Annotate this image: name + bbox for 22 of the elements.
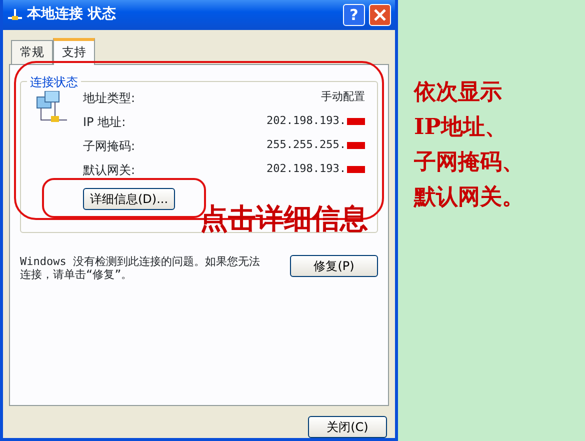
details-button[interactable]: 详细信息(D)...	[83, 188, 176, 210]
field-label: 子网掩码:	[83, 138, 136, 155]
field-label: 地址类型:	[83, 90, 136, 107]
repair-button[interactable]: 修复(P)	[290, 254, 378, 277]
annotation-text: 子网掩码、	[414, 148, 524, 177]
help-button[interactable]: ?	[343, 4, 365, 26]
field-label: 默认网关:	[83, 162, 136, 179]
field-value: 手动配置	[321, 90, 365, 104]
field-label: IP 地址:	[83, 114, 127, 131]
status-message: Windows 没有检测到此连接的问题。如果您无法连接，请单击“修复”。	[20, 254, 261, 281]
annotation-text: IP地址、	[414, 113, 508, 142]
window-title: 本地连接 状态	[27, 5, 117, 24]
network-icon	[7, 8, 23, 22]
annotation-text: 依次显示	[414, 78, 503, 107]
annotation-text: 默认网关。	[414, 183, 524, 212]
tab[interactable]: 常规	[11, 40, 53, 64]
tab[interactable]: 支持	[53, 38, 95, 65]
field-value: 202.198.193.	[266, 114, 346, 128]
field-value: 202.198.193.	[266, 162, 346, 176]
field-value: 255.255.255.	[266, 138, 346, 152]
close-icon[interactable]	[369, 4, 391, 26]
close-button[interactable]: 关闭(C)	[308, 416, 387, 438]
